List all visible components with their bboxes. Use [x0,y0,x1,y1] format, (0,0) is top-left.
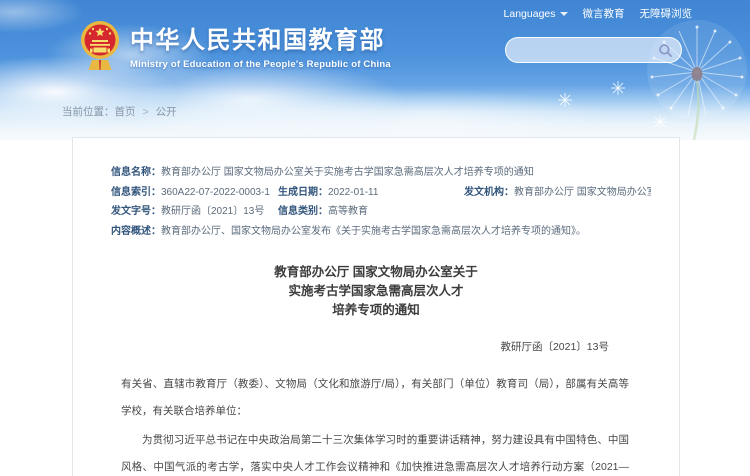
search-icon[interactable] [658,43,673,58]
document-title-line1: 教育部办公厅 国家文物局办公室关于 [93,263,659,282]
brand-text: 中华人民共和国教育部 Ministry of Education of the … [130,20,391,70]
document-panel: 信息名称： 教育部办公厅 国家文物局办公室关于实施考古学国家急需高层次人才培养专… [72,137,680,476]
info-docno-label: 发文字号： [111,202,161,222]
search-box[interactable] [505,37,682,63]
breadcrumb: 当前位置：首页 > 公开 [62,104,177,119]
site-title: 中华人民共和国教育部 [130,20,391,55]
site-subtitle: Ministry of Education of the People's Re… [130,59,391,70]
chevron-down-icon [560,12,568,16]
national-emblem-logo [80,20,120,76]
document-title: 教育部办公厅 国家文物局办公室关于 实施考古学国家急需高层次人才 培养专项的通知 [93,263,659,320]
info-issuer-label: 发文机构： [464,183,514,203]
breadcrumb-home[interactable]: 首页 [115,106,136,118]
info-issuer-value: 教育部办公厅 国家文物局办公室 [514,183,651,203]
document-number: 教研厅函〔2021〕13号 [73,339,679,354]
info-row-name: 信息名称： 教育部办公厅 国家文物局办公室关于实施考古学国家急需高层次人才培养专… [111,163,651,183]
info-category-label: 信息类别： [278,202,328,222]
salutation-paragraph: 有关省、直辖市教育厅（教委）、文物局（文化和旅游厅/局），有关部门（单位）教育司… [121,371,629,425]
search-input[interactable] [518,44,658,56]
info-date-value: 2022-01-11 [328,183,378,203]
document-body: 有关省、直辖市教育厅（教委）、文物局（文化和旅游厅/局），有关部门（单位）教育司… [73,371,679,476]
info-docno-value: 教研厅函〔2021〕13号 [161,202,264,222]
info-summary-label: 内容概述： [111,222,161,242]
info-date-label: 生成日期： [278,183,328,203]
top-menu: Languages 微言教育 无障碍浏览 [504,6,692,21]
info-table: 信息名称： 教育部办公厅 国家文物局办公室关于实施考古学国家急需高层次人才培养专… [73,138,679,241]
document-title-line3: 培养专项的通知 [93,301,659,320]
info-summary-value: 教育部办公厅、国家文物局办公室发布《关于实施考古学国家急需高层次人才培养专项的通… [161,222,586,242]
link-accessibility[interactable]: 无障碍浏览 [640,6,693,21]
info-index-value: 360A22-07-2022-0003-1 [161,183,270,203]
document-title-line2: 实施考古学国家急需高层次人才 [93,282,659,301]
languages-label: Languages [504,8,556,20]
body-paragraph: 为贯彻习近平总书记在中央政治局第二十三次集体学习时的重要讲话精神，努力建设具有中… [121,427,629,476]
breadcrumb-current[interactable]: 公开 [156,106,177,118]
site-brand[interactable]: 中华人民共和国教育部 Ministry of Education of the … [80,20,391,76]
languages-menu[interactable]: Languages [504,8,568,20]
info-name-label: 信息名称： [111,163,161,183]
weiyan-label: 微言教育 [583,6,625,21]
info-name-value: 教育部办公厅 国家文物局办公室关于实施考古学国家急需高层次人才培养专项的通知 [161,163,534,183]
info-index-label: 信息索引： [111,183,161,203]
info-row-index: 信息索引： 360A22-07-2022-0003-1 生成日期： 2022-0… [111,183,651,203]
site-header: Languages 微言教育 无障碍浏览 [0,0,750,140]
info-row-docno: 发文字号： 教研厅函〔2021〕13号 信息类别： 高等教育 [111,202,651,222]
info-category-value: 高等教育 [328,202,368,222]
link-weiyan-jiaoyu[interactable]: 微言教育 [583,6,625,21]
accessibility-label: 无障碍浏览 [640,6,693,21]
info-row-summary: 内容概述： 教育部办公厅、国家文物局办公室发布《关于实施考古学国家急需高层次人才… [111,222,651,242]
breadcrumb-separator: > [143,106,149,118]
moe-gov-page: Languages 微言教育 无障碍浏览 [0,0,750,476]
breadcrumb-prefix: 当前位置： [62,106,115,118]
